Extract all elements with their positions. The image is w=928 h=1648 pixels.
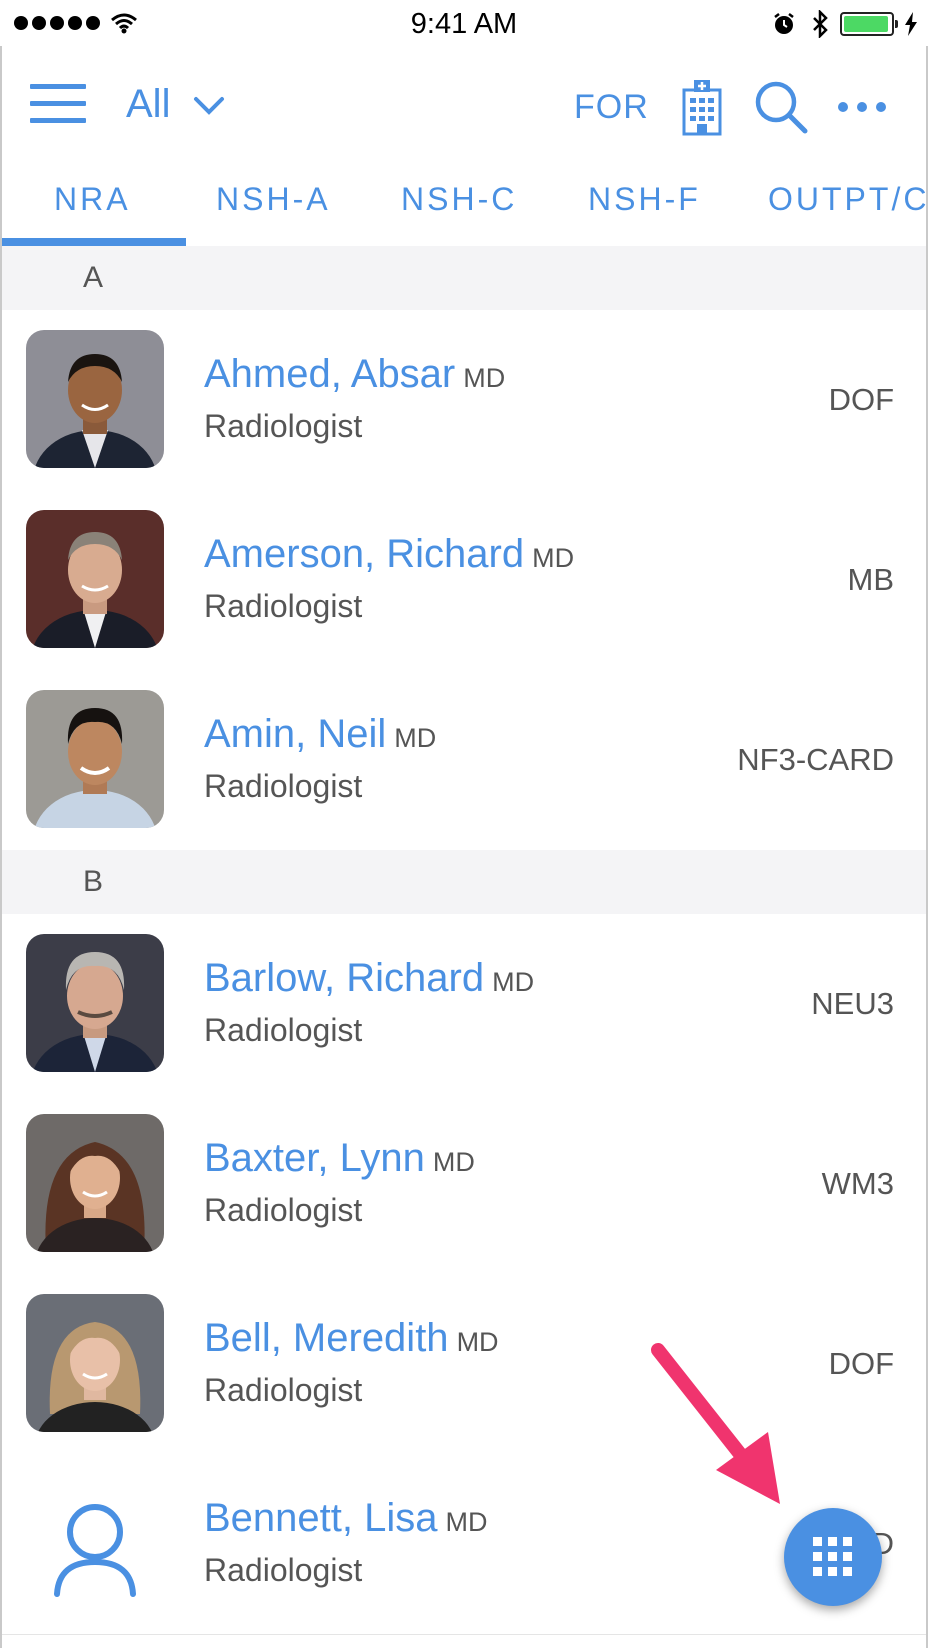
person-credential: MD xyxy=(394,723,437,753)
tab-nra[interactable]: NRA xyxy=(54,181,131,218)
section-header-a: A xyxy=(0,246,928,310)
person-name: Amerson, Richard xyxy=(204,532,525,576)
tab-nsh-c[interactable]: NSH-C xyxy=(401,181,517,218)
for-button[interactable]: FOR xyxy=(574,88,649,127)
person-location: MB xyxy=(847,562,895,597)
person-role: Radiologist xyxy=(204,408,363,444)
avatar xyxy=(26,330,164,468)
tab-nsh-a[interactable]: NSH-A xyxy=(216,181,331,218)
hamburger-menu-icon[interactable] xyxy=(30,84,86,128)
avatar xyxy=(26,934,164,1072)
person-name: Baxter, Lynn xyxy=(204,1136,425,1180)
person-name: Amin, Neil xyxy=(204,712,387,756)
person-location: DOF xyxy=(828,382,894,417)
person-name: Bennett, Lisa xyxy=(204,1496,438,1540)
person-credential: MD xyxy=(463,363,506,393)
keypad-grid-icon xyxy=(813,1537,852,1576)
list-item[interactable]: Amin, Neil MD Radiologist NF3-CARD xyxy=(0,670,928,851)
keypad-fab-button[interactable] xyxy=(784,1508,882,1606)
person-name: Barlow, Richard xyxy=(204,956,485,1000)
person-credential: MD xyxy=(456,1327,499,1357)
annotation-arrow-icon xyxy=(651,1343,780,1504)
section-letter: B xyxy=(83,865,104,898)
person-name: Ahmed, Absar xyxy=(204,352,456,396)
tab-bar: NRA NSH-A NSH-C NSH-F OUTPT/C xyxy=(0,166,928,246)
person-location: DOF xyxy=(828,1346,894,1381)
avatar xyxy=(26,1294,164,1432)
person-credential: MD xyxy=(492,967,535,997)
nav-bar: All FOR xyxy=(0,46,928,166)
person-credential: MD xyxy=(432,1147,475,1177)
more-dots-icon[interactable] xyxy=(838,102,895,112)
person-location: NF3-CARD xyxy=(737,742,894,777)
person-role: Radiologist xyxy=(204,1552,363,1588)
tab-outpt[interactable]: OUTPT/C xyxy=(768,181,928,218)
tab-selected-indicator xyxy=(0,238,186,246)
person-role: Radiologist xyxy=(204,588,363,624)
person-credential: MD xyxy=(532,543,575,573)
section-letter: A xyxy=(83,261,104,294)
person-location: NEU3 xyxy=(811,986,894,1021)
filter-dropdown-label[interactable]: All xyxy=(126,82,170,127)
avatar xyxy=(26,1474,164,1612)
person-location: WM3 xyxy=(821,1166,894,1201)
alarm-icon xyxy=(774,13,794,34)
person-role: Radiologist xyxy=(204,1192,363,1228)
hospital-building-icon[interactable] xyxy=(680,78,724,136)
status-bar: 9:41 AM xyxy=(0,0,928,46)
chevron-down-icon[interactable] xyxy=(193,96,225,116)
person-role: Radiologist xyxy=(204,1012,363,1048)
avatar xyxy=(26,510,164,648)
list-item[interactable]: Amerson, Richard MD Radiologist MB xyxy=(0,490,928,671)
avatar xyxy=(26,1114,164,1252)
tab-nsh-f[interactable]: NSH-F xyxy=(588,181,701,218)
person-role: Radiologist xyxy=(204,768,363,804)
person-role: Radiologist xyxy=(204,1372,363,1408)
screen-edge xyxy=(0,46,2,1648)
person-outline-icon xyxy=(54,1504,136,1597)
section-header-b: B xyxy=(0,850,928,914)
list-item[interactable]: Baxter, Lynn MD Radiologist WM3 xyxy=(0,1094,928,1275)
search-icon[interactable] xyxy=(752,78,810,136)
bluetooth-icon xyxy=(813,10,828,38)
list-item[interactable]: Ahmed, Absar MD Radiologist DOF xyxy=(0,310,928,491)
list-item[interactable]: Barlow, Richard MD Radiologist NEU3 xyxy=(0,914,928,1095)
person-name: Bell, Meredith xyxy=(204,1316,449,1360)
battery-icon xyxy=(840,12,898,36)
avatar xyxy=(26,690,164,828)
charging-bolt-icon xyxy=(905,12,917,36)
person-credential: MD xyxy=(445,1507,488,1537)
